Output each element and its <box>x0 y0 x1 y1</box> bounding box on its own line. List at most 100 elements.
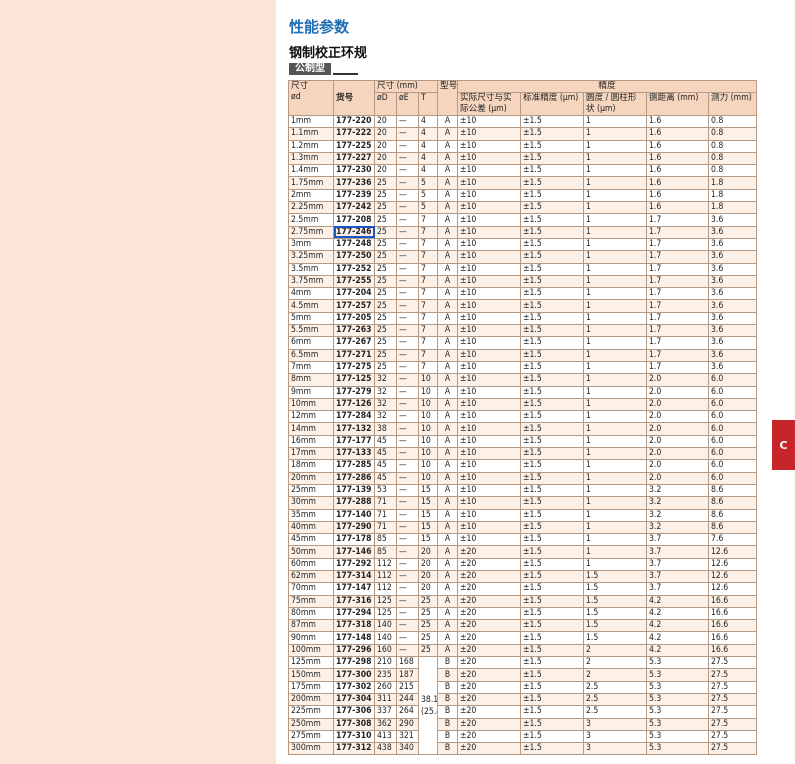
cell-roundness: 1.5 <box>583 631 647 645</box>
cell-tolerance: ±10 <box>457 459 521 473</box>
cell-tolerance: ±10 <box>457 311 521 326</box>
cell-std-accuracy: ±1.5 <box>520 680 584 694</box>
cell-std-accuracy: ±1.5 <box>520 582 584 596</box>
cell-force: 6.0 <box>707 410 758 424</box>
cell-oe: — <box>396 139 419 153</box>
cell-size: 7mm <box>288 360 334 375</box>
cell-tolerance: ±20 <box>457 680 521 694</box>
cell-od: 32 <box>374 373 397 387</box>
cell-force: 3.6 <box>707 250 758 264</box>
cell-tolerance: ±20 <box>457 742 521 756</box>
table-row: 30mm 177-288 71—15 A ±10 ±1.5 1 3.2 8.6 <box>288 496 758 510</box>
cell-roundness: 1 <box>583 201 647 215</box>
cell-code: 177-255 <box>333 274 375 289</box>
cell-roundness: 1 <box>583 176 647 190</box>
cell-code: 177-257 <box>333 299 375 313</box>
cell-size: 90mm <box>288 631 334 645</box>
cell-force: 27.5 <box>707 680 758 694</box>
cell-roundness: 1 <box>583 360 647 375</box>
cell-t: 20 <box>418 545 438 559</box>
table-row: 14mm 177-132 38—10 A ±10 ±1.5 1 2.0 6.0 <box>288 422 758 436</box>
cell-oe: — <box>396 520 419 535</box>
cell-distance: 1.7 <box>646 311 709 326</box>
cell-od: 25 <box>374 348 397 362</box>
cell-roundness: 1 <box>583 483 647 498</box>
cell-force: 7.6 <box>707 533 758 547</box>
cell-size: 1.1mm <box>288 127 334 141</box>
table-row: 5.5mm 177-263 25—7 A ±10 ±1.5 1 1.7 3.6 <box>288 324 758 338</box>
table-row: 125mm177-29821016838.1 (25.4)B±20±1.525.… <box>288 656 758 756</box>
cell-od: 25 <box>374 201 397 215</box>
cell-distance: 5.3 <box>646 656 709 670</box>
cell-std-accuracy: ±1.5 <box>520 250 584 264</box>
cell-tolerance: ±10 <box>457 508 521 522</box>
cell-code: 177-208 <box>333 213 375 227</box>
cell-force: 6.0 <box>707 447 758 461</box>
cell-roundness: 1 <box>583 410 647 424</box>
cell-roundness: 1 <box>583 188 647 203</box>
cell-t: 15 <box>418 508 438 522</box>
cell-roundness: 2.5 <box>583 692 647 707</box>
table-row: 3.25mm 177-250 25—7 A ±10 ±1.5 1 1.7 3.6 <box>288 250 758 264</box>
cell-type: A <box>437 471 458 485</box>
cell-tolerance: ±20 <box>457 692 521 707</box>
cell-force: 27.5 <box>707 729 758 744</box>
cell-tolerance: ±10 <box>457 176 521 190</box>
cell-type: A <box>437 410 458 424</box>
cell-t: 7 <box>418 324 438 338</box>
cell-distance: 1.7 <box>646 262 709 276</box>
cell-force: 1.8 <box>707 201 758 215</box>
cell-code: 177-286 <box>333 471 375 485</box>
cell-distance: 5.3 <box>646 680 709 694</box>
table-row: 12mm 177-284 32—10 A ±10 ±1.5 1 2.0 6.0 <box>288 410 758 424</box>
cell-oe: — <box>396 385 419 399</box>
cell-std-accuracy: ±1.5 <box>520 114 584 129</box>
cell-t: 5 <box>418 201 438 215</box>
cell-type: A <box>437 594 458 608</box>
cell-roundness: 1 <box>583 262 647 276</box>
cell-oe: — <box>396 582 419 596</box>
cell-size: 12mm <box>288 410 334 424</box>
cell-size: 6.5mm <box>288 348 334 362</box>
cell-type: B <box>437 729 458 744</box>
cell-od: 112 <box>374 557 397 571</box>
cell-tolerance: ±10 <box>457 250 521 264</box>
table-row: 70mm 177-147 112—20 A ±20 ±1.5 1.5 3.7 12.6 <box>288 582 758 596</box>
cell-oe: — <box>396 114 419 129</box>
cell-std-accuracy: ±1.5 <box>520 237 584 252</box>
cell-t: 7 <box>418 287 438 301</box>
cell-oe: — <box>396 311 419 326</box>
cell-distance: 4.2 <box>646 631 709 645</box>
cell-code: 177-308 <box>333 717 375 731</box>
cell-size: 40mm <box>288 520 334 535</box>
cell-t: 10 <box>418 422 438 436</box>
cell-roundness: 1 <box>583 459 647 473</box>
cell-tolerance: ±10 <box>457 139 521 153</box>
cell-od: 438 <box>374 742 397 756</box>
header-t: T <box>418 92 438 116</box>
cell-size: 5.5mm <box>288 324 334 338</box>
cell-roundness: 1 <box>583 373 647 387</box>
cell-t: 10 <box>418 447 438 461</box>
cell-oe: 321 <box>396 729 419 744</box>
category-badge: 公制型 <box>289 63 331 75</box>
cell-distance: 5.3 <box>646 692 709 707</box>
cell-t: 15 <box>418 533 438 547</box>
cell-oe: 264 <box>396 705 419 719</box>
cell-od: 32 <box>374 385 397 399</box>
cell-type: A <box>437 447 458 461</box>
table-row: 275mm 177-310 413 321 B ±20 ±1.5 3 5.3 27.5 <box>288 729 758 744</box>
cell-oe: — <box>396 237 419 252</box>
section-tab-c[interactable]: C <box>772 420 795 470</box>
header-oe: øE <box>396 92 419 116</box>
cell-type: A <box>437 299 458 313</box>
cell-std-accuracy: ±1.5 <box>520 656 584 670</box>
cell-t: 7 <box>418 250 438 264</box>
table-row: 35mm 177-140 71—15 A ±10 ±1.5 1 3.2 8.6 <box>288 508 758 522</box>
cell-size: 75mm <box>288 594 334 608</box>
cell-distance: 1.7 <box>646 287 709 301</box>
cell-type: A <box>437 360 458 375</box>
cell-force: 3.6 <box>707 287 758 301</box>
table-row: 8mm 177-125 32—10 A ±10 ±1.5 1 2.0 6.0 <box>288 373 758 387</box>
cell-od: 25 <box>374 213 397 227</box>
